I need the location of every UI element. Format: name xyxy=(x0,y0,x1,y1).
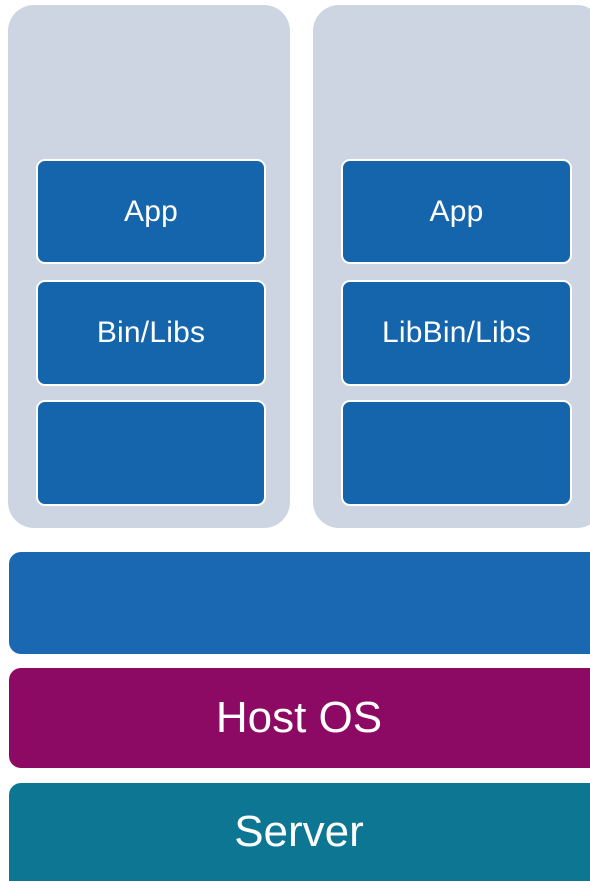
host-os-label: Host OS xyxy=(215,693,383,742)
container-2-binlibs-layer: LibBin/Libs xyxy=(341,280,572,386)
container-2-app-label: App xyxy=(429,194,484,228)
container-architecture-diagram: App Bin/Libs App LibBin/Libs Host OS Ser… xyxy=(0,0,590,881)
container-1-binlibs-label: Bin/Libs xyxy=(96,316,206,349)
container-1-empty-layer xyxy=(36,400,266,506)
container-engine-bar xyxy=(9,552,590,654)
container-1-app-layer: App xyxy=(36,159,266,264)
server-label: Server xyxy=(234,807,364,856)
container-1-binlibs-layer: Bin/Libs xyxy=(36,280,266,386)
container-2-empty-layer xyxy=(341,400,572,506)
container-1-app-label: App xyxy=(124,194,178,228)
container-2-app-layer: App xyxy=(341,159,572,264)
host-os-bar: Host OS xyxy=(9,668,590,768)
server-bar: Server xyxy=(9,783,590,881)
container-2-binlibs-label: LibBin/Libs xyxy=(382,316,531,349)
